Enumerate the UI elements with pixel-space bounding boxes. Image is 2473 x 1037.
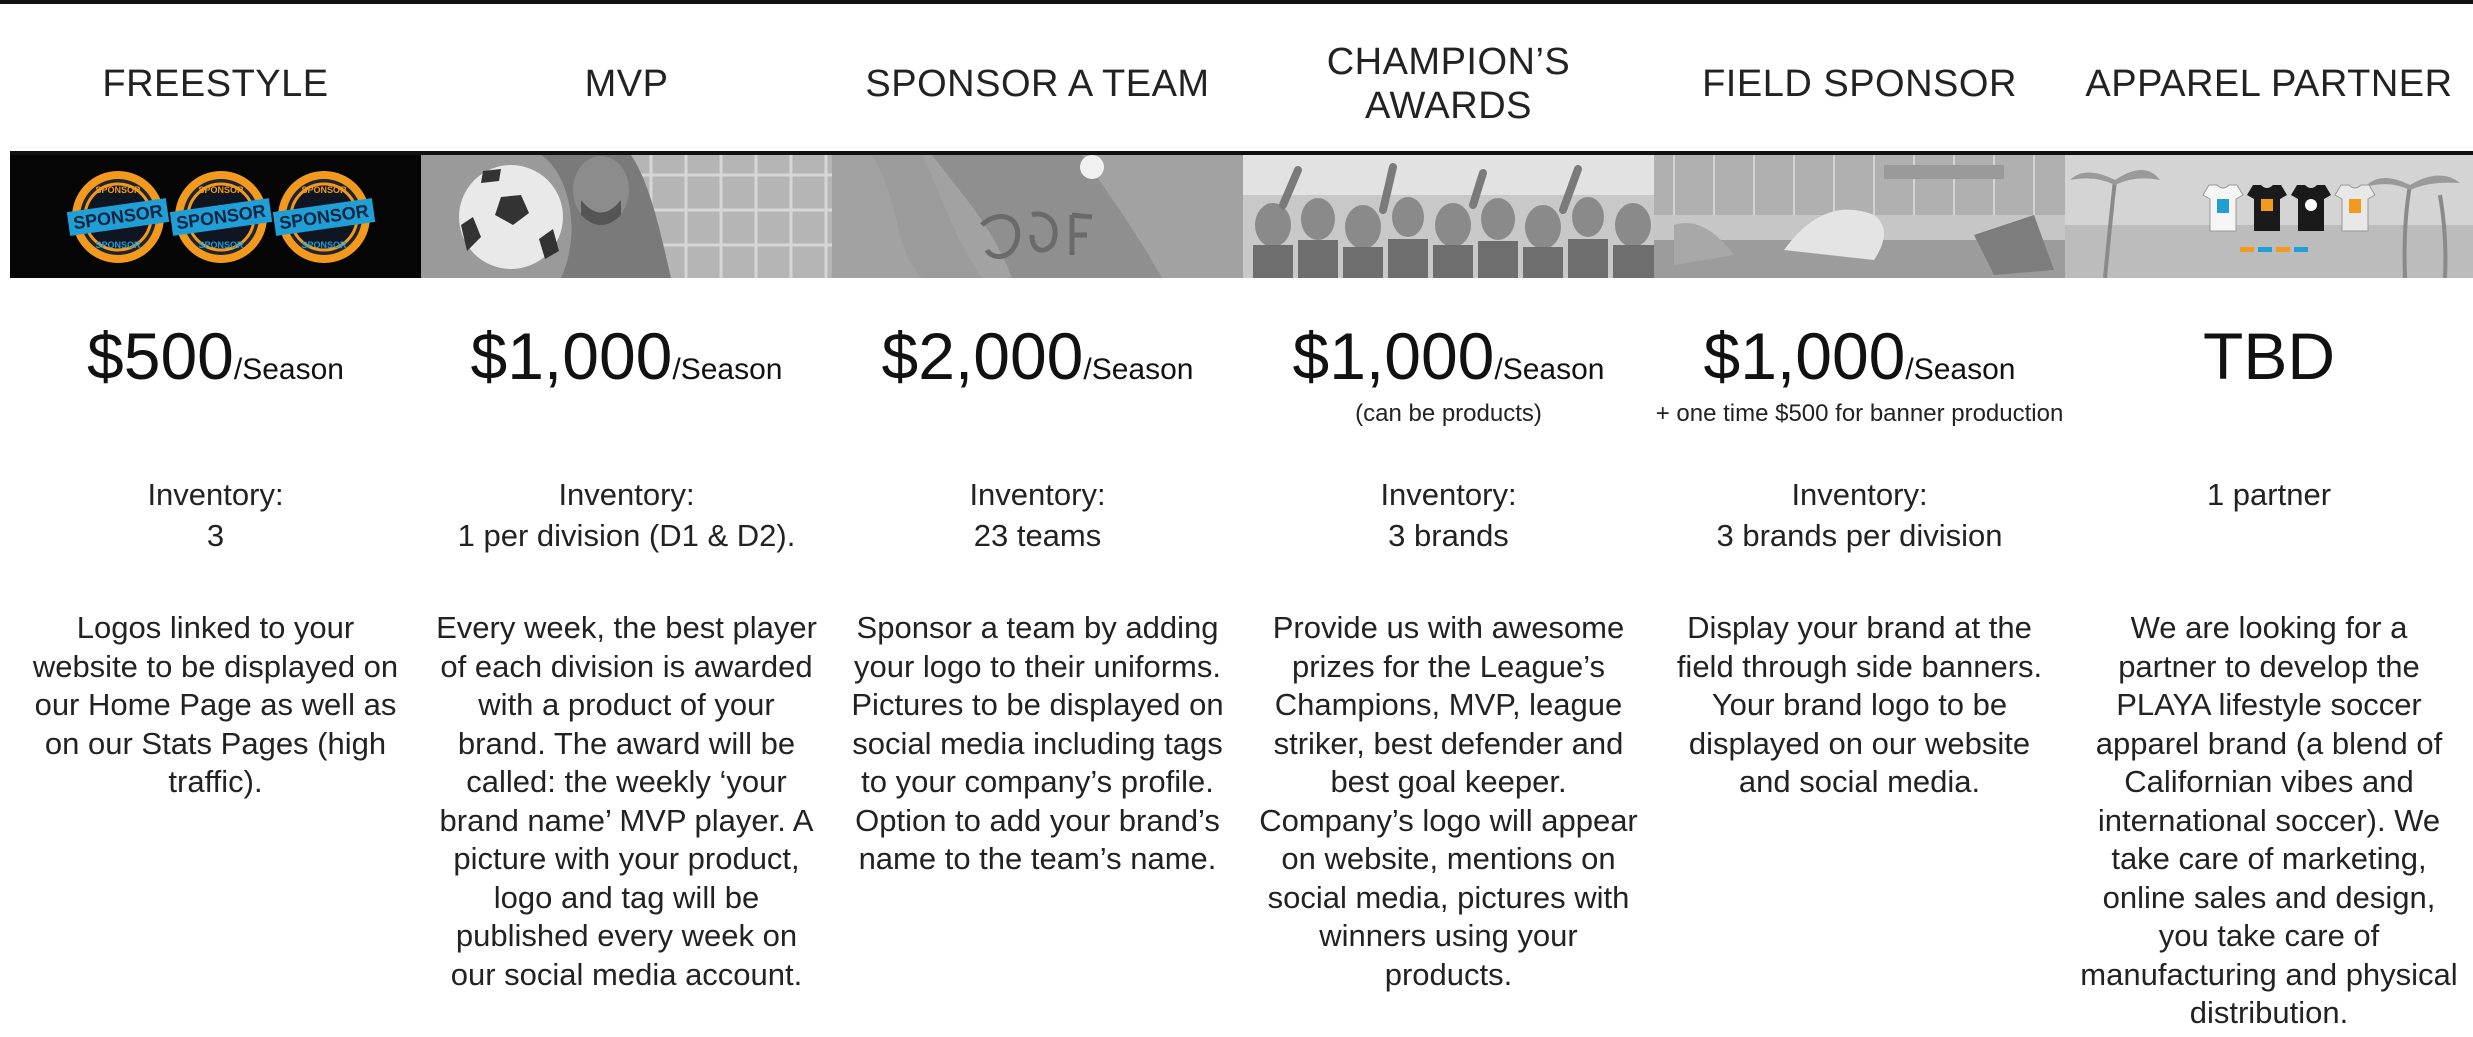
price-period: /Season [1494, 353, 1605, 386]
tier-title: CHAMPION’S AWARDS [1326, 41, 1571, 127]
tier-champions-awards: CHAMPION’S AWARDS $1,000/Season (can be … [1243, 0, 1654, 1037]
sponsorship-tiers: FREESTYLE SPONSOR SPONSOR SPONSOR SPONSO… [0, 0, 2473, 1037]
tier-description: Every week, the best player of each divi… [436, 610, 817, 992]
price-period: /Season [672, 353, 783, 386]
tier-image-soccer-ball-player [421, 155, 832, 278]
tier-image-team-jersey [832, 155, 1243, 278]
tier-price: $2,000/Season [832, 318, 1243, 394]
tier-description: Provide us with awesome prizes for the L… [1259, 610, 1638, 992]
inventory-value: 23 teams [973, 518, 1102, 553]
tier-price: $500/Season [10, 318, 421, 394]
price-note: + one time $500 for banner production [1655, 400, 2064, 427]
price-period: /Season [1905, 353, 2016, 386]
svg-text:SPONSOR: SPONSOR [198, 185, 244, 195]
tier-title: FIELD SPONSOR [1702, 63, 2017, 105]
inventory-value: 3 [206, 518, 225, 553]
inventory-value: 3 brands [1388, 518, 1509, 553]
tier-mvp: MVP $1,000/Season Inventory: 1 per divis… [421, 0, 832, 1037]
tier-inventory: 1 partner [2065, 474, 2473, 515]
tier-title: SPONSOR A TEAM [865, 63, 1210, 105]
tier-description: Logos linked to your website to be displ… [32, 610, 399, 799]
tier-sponsor-a-team: SPONSOR A TEAM $2,000/Season Inventory: … [832, 0, 1243, 1037]
tier-title: MVP [584, 63, 669, 105]
price-amount: $1,000 [1292, 319, 1495, 393]
svg-text:SPONSOR: SPONSOR [198, 240, 244, 250]
inventory-label: Inventory: [1791, 477, 1928, 512]
price-period: /Season [1083, 353, 1194, 386]
price-amount: $1,000 [470, 319, 673, 393]
inventory-value: 3 brands per division [1716, 518, 2003, 553]
svg-text:SPONSOR: SPONSOR [301, 185, 347, 195]
inventory-label: Inventory: [969, 477, 1106, 512]
tier-inventory: Inventory: 3 brands per division [1654, 474, 2065, 556]
tier-image-palm-trees-tshirts [2065, 155, 2473, 278]
tier-price: TBD [2065, 318, 2473, 394]
tier-freestyle: FREESTYLE SPONSOR SPONSOR SPONSOR SPONSO… [10, 0, 421, 1037]
tier-description: We are looking for a partner to develop … [2080, 610, 2458, 1030]
inventory-label: Inventory: [147, 477, 284, 512]
tier-price: $1,000/Season + one time $500 for banner… [1654, 318, 2065, 430]
soccer-ball-icon [459, 165, 563, 269]
tier-apparel-partner: APPAREL PARTNER TBD 1 partner We are loo… [2065, 0, 2473, 1037]
tier-image-sponsor-badges: SPONSOR SPONSOR SPONSOR SPONSOR SPONSOR … [10, 155, 421, 278]
price-amount: $1,000 [1703, 319, 1906, 393]
tier-inventory: Inventory: 3 [10, 474, 421, 556]
svg-text:SPONSOR: SPONSOR [95, 240, 141, 250]
tier-title: FREESTYLE [102, 63, 329, 105]
price-period: /Season [233, 353, 344, 386]
tier-inventory: Inventory: 1 per division (D1 & D2). [421, 474, 832, 556]
tier-image-celebrating-crowd [1243, 155, 1654, 278]
inventory-label: Inventory: [1380, 477, 1517, 512]
price-note: (can be products) [1355, 400, 1542, 427]
tier-title: APPAREL PARTNER [2085, 63, 2453, 105]
tier-inventory: Inventory: 3 brands [1243, 474, 1654, 556]
inventory-value: 1 partner [2206, 477, 2332, 512]
svg-text:SPONSOR: SPONSOR [301, 240, 347, 250]
svg-text:SPONSOR: SPONSOR [95, 185, 141, 195]
price-amount: TBD [2203, 319, 2335, 393]
tier-image-field-banner [1654, 155, 2065, 278]
tier-description: Display your brand at the field through … [1676, 610, 2043, 799]
tier-description: Sponsor a team by adding your logo to th… [851, 610, 1224, 876]
tier-price: $1,000/Season (can be products) [1243, 318, 1654, 430]
tier-inventory: Inventory: 23 teams [832, 474, 1243, 556]
tier-field-sponsor: FIELD SPONSOR $1,000/Season + one time $… [1654, 0, 2065, 1037]
tier-price: $1,000/Season [421, 318, 832, 394]
inventory-label: Inventory: [558, 477, 695, 512]
price-amount: $500 [87, 319, 234, 393]
inventory-value: 1 per division (D1 & D2). [457, 518, 796, 553]
price-amount: $2,000 [881, 319, 1084, 393]
